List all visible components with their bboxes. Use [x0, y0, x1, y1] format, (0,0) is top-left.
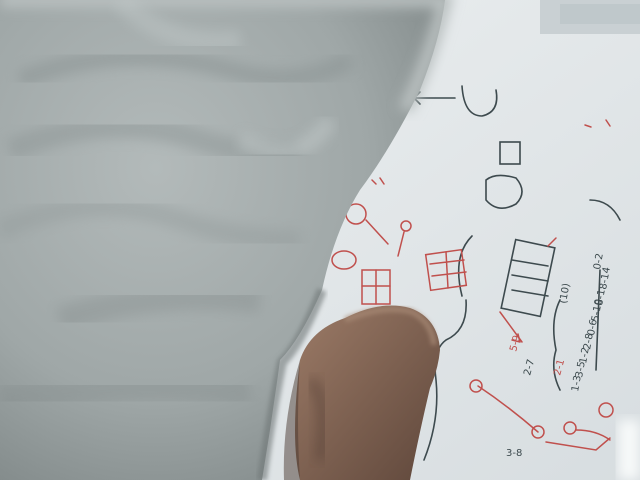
light-glare — [618, 420, 640, 480]
marker-tray — [560, 4, 640, 24]
note-bottom-1: 3-8 — [506, 448, 522, 459]
photo-scene: 0-2 8-14 8-1 5-10 0-6 2-8 1-2 3-5 1-3 (1… — [0, 0, 640, 480]
photo-canvas: 0-2 8-14 8-1 5-10 0-6 2-8 1-2 3-5 1-3 (1… — [0, 0, 640, 480]
